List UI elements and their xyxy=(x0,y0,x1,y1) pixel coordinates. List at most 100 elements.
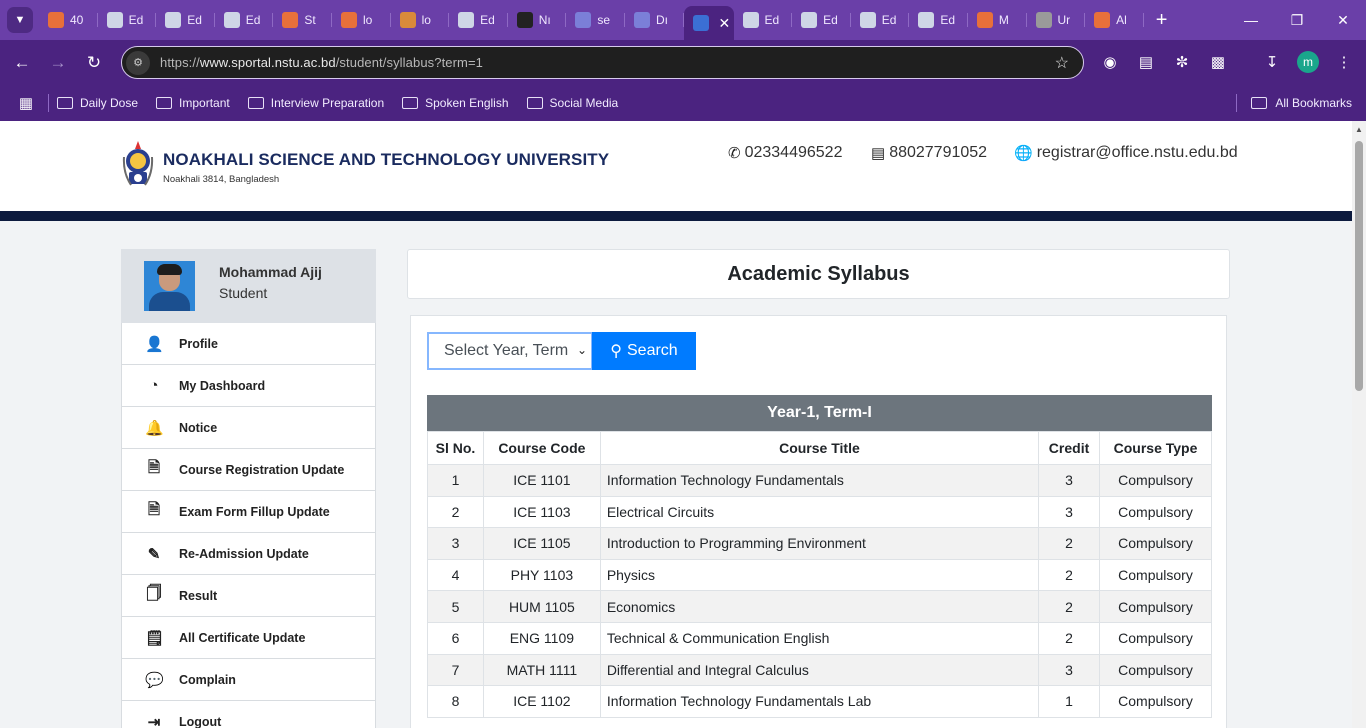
active-browser-tab[interactable]: ✕ xyxy=(683,6,734,40)
new-tab-button[interactable]: + xyxy=(1156,9,1168,32)
table-row: 5 HUM 1105 Economics 2 Compulsory xyxy=(427,590,1212,623)
credit-cell: 3 xyxy=(1038,495,1101,529)
browser-tab[interactable]: M xyxy=(968,4,1027,36)
bookmark-folder[interactable]: Social Media xyxy=(526,96,618,110)
browser-tab[interactable]: Ed xyxy=(909,4,968,36)
reload-button[interactable]: ↻ xyxy=(76,45,112,81)
site-info-icon[interactable]: ⚙ xyxy=(126,50,150,75)
sl-no-cell: 5 xyxy=(427,590,484,623)
download-icon[interactable]: ↧ xyxy=(1260,50,1284,74)
close-window-button[interactable]: ✕ xyxy=(1320,0,1366,40)
note-icon: 🗍 xyxy=(146,585,162,602)
tab-favicon-icon xyxy=(742,12,759,28)
sidebar-item-complain[interactable]: 💬 Complain xyxy=(121,659,376,701)
tab-list: 40 Ed Ed Ed St lo lo Ed Nı se Dı ✕ Ed Ed Ed Ed M Ur Al xyxy=(39,0,1144,40)
sidebar-item-notice[interactable]: 🔔 Notice xyxy=(121,407,376,449)
column-header: Course Type xyxy=(1099,431,1212,465)
fax-number: 88027791052 xyxy=(889,144,988,161)
bookmark-folder[interactable]: Spoken English xyxy=(402,96,509,110)
site-header: NOAKHALI SCIENCE AND TECHNOLOGY UNIVERSI… xyxy=(0,121,1352,211)
browser-tab[interactable]: se xyxy=(566,4,625,36)
bookmark-label: Spoken English xyxy=(425,96,509,110)
forward-button[interactable]: → xyxy=(40,45,76,81)
course-code-cell: ICE 1101 xyxy=(482,464,601,497)
bookmark-star-icon[interactable]: ☆ xyxy=(1055,53,1069,73)
search-button[interactable]: ⚲ Search xyxy=(592,332,696,370)
browser-tab[interactable]: lo xyxy=(332,4,391,36)
course-type-cell: Compulsory xyxy=(1099,653,1212,687)
tab-favicon-icon xyxy=(1094,12,1111,28)
fax-contact: ▤ 88027791052 xyxy=(871,144,987,162)
browser-tab[interactable]: Al xyxy=(1085,4,1144,36)
sidebar-item-profile[interactable]: 👤 Profile xyxy=(121,323,376,365)
maximize-button[interactable]: ❐ xyxy=(1274,0,1320,40)
sidebar-item-re-admission-update[interactable]: ✎ Re-Admission Update xyxy=(121,533,376,575)
chart-extension-icon[interactable]: ▤ xyxy=(1134,50,1158,74)
email-contact: 🌐 registrar@office.nstu.edu.bd xyxy=(1014,144,1238,162)
browser-tab[interactable]: Nı xyxy=(508,4,567,36)
url-text[interactable]: https://www.sportal.nstu.ac.bd/student/s… xyxy=(160,55,483,70)
scroll-up-icon[interactable]: ▲ xyxy=(1355,125,1363,134)
browser-tab[interactable]: Ed xyxy=(449,4,508,36)
browser-tab[interactable]: Ed xyxy=(215,4,274,36)
sidebar-item-all-certificate-update[interactable]: 🗒 All Certificate Update xyxy=(121,617,376,659)
browser-tab[interactable]: Ed xyxy=(851,4,910,36)
search-icon: ⚲ xyxy=(610,343,622,360)
table-row: 7 MATH 1111 Differential and Integral Calc… xyxy=(427,653,1212,687)
tab-search-button[interactable]: ▼ xyxy=(7,7,33,33)
bookmark-label: Interview Preparation xyxy=(270,96,385,110)
minimize-button[interactable]: — xyxy=(1228,0,1274,40)
sidebar-item-label: Exam Form Fillup Update xyxy=(179,504,330,519)
close-tab-icon[interactable]: ✕ xyxy=(719,15,731,32)
browser-tab[interactable]: Ed xyxy=(792,4,851,36)
user-role: Student xyxy=(219,285,268,301)
browser-tab[interactable]: 40 xyxy=(39,4,98,36)
table-row: 1 ICE 1101 Information Technology Fundamen… xyxy=(427,464,1212,497)
browser-tab[interactable]: lo xyxy=(391,4,450,36)
sidebar-item-logout[interactable]: ⇥ Logout xyxy=(121,701,376,728)
sidebar-item-result[interactable]: 🗍 Result xyxy=(121,575,376,617)
sidebar-item-my-dashboard[interactable]: ◔ My Dashboard xyxy=(121,365,376,407)
sl-no-cell: 1 xyxy=(427,464,484,497)
course-code-cell: MATH 1111 xyxy=(482,653,601,687)
sidebar-item-course-registration-update[interactable]: 🗎 Course Registration Update xyxy=(121,449,376,491)
globe-icon: 🌐 xyxy=(1014,145,1033,162)
table-row: 3 ICE 1105 Introduction to Programming Env… xyxy=(427,527,1212,560)
sidebar-item-exam-form-fillup-update[interactable]: 🗎 Exam Form Fillup Update xyxy=(121,491,376,533)
bookmark-folder[interactable]: Interview Preparation xyxy=(247,96,385,110)
logout-icon: ⇥ xyxy=(147,713,161,728)
bookmark-folder[interactable]: Daily Dose xyxy=(57,96,138,110)
browser-tab[interactable]: Dı xyxy=(625,4,684,36)
tab-favicon-icon xyxy=(282,12,299,28)
browser-tab[interactable]: Ed xyxy=(734,4,793,36)
browser-tab[interactable]: Ed xyxy=(98,4,157,36)
menu-dots-icon[interactable]: ⋮ xyxy=(1332,50,1356,74)
back-button[interactable]: ← xyxy=(4,45,40,81)
extension-icon[interactable]: ✼ xyxy=(1170,50,1194,74)
apps-grid-icon[interactable]: ▦ xyxy=(8,89,44,117)
browser-tab[interactable]: Ed xyxy=(156,4,215,36)
scrollbar-thumb[interactable] xyxy=(1355,141,1363,391)
puzzle-extensions-icon[interactable]: ▩ xyxy=(1206,50,1230,74)
year-term-select[interactable]: Select Year, Term ⌄ xyxy=(427,332,593,370)
sidebar-item-label: My Dashboard xyxy=(179,378,266,393)
browser-tab[interactable]: St xyxy=(273,4,332,36)
url-scheme: https:// xyxy=(160,55,200,70)
extension-icon[interactable]: ◉ xyxy=(1098,50,1122,74)
course-code-cell: ICE 1105 xyxy=(482,527,601,560)
tab-title: St xyxy=(304,13,316,27)
tab-favicon-icon xyxy=(48,12,64,28)
credit-cell: 2 xyxy=(1038,527,1101,560)
address-bar[interactable]: ⚙ https://www.sportal.nstu.ac.bd/student… xyxy=(121,46,1084,79)
all-bookmarks-label: All Bookmarks xyxy=(1275,96,1352,110)
tab-favicon-icon xyxy=(918,12,935,28)
profile-avatar[interactable]: m xyxy=(1297,51,1319,73)
page-scrollbar[interactable]: ▲ xyxy=(1352,121,1366,728)
all-bookmarks-button[interactable]: All Bookmarks xyxy=(1251,85,1352,121)
browser-tab[interactable]: Ur xyxy=(1027,4,1086,36)
bookmark-folder[interactable]: Important xyxy=(156,96,230,110)
course-title-cell: Information Technology Fundamentals Lab xyxy=(599,685,1040,718)
email-address[interactable]: registrar@office.nstu.edu.bd xyxy=(1037,144,1238,162)
bookmark-list: Daily Dose Important Interview Preparation… xyxy=(57,96,636,110)
tab-favicon-icon xyxy=(633,12,650,28)
